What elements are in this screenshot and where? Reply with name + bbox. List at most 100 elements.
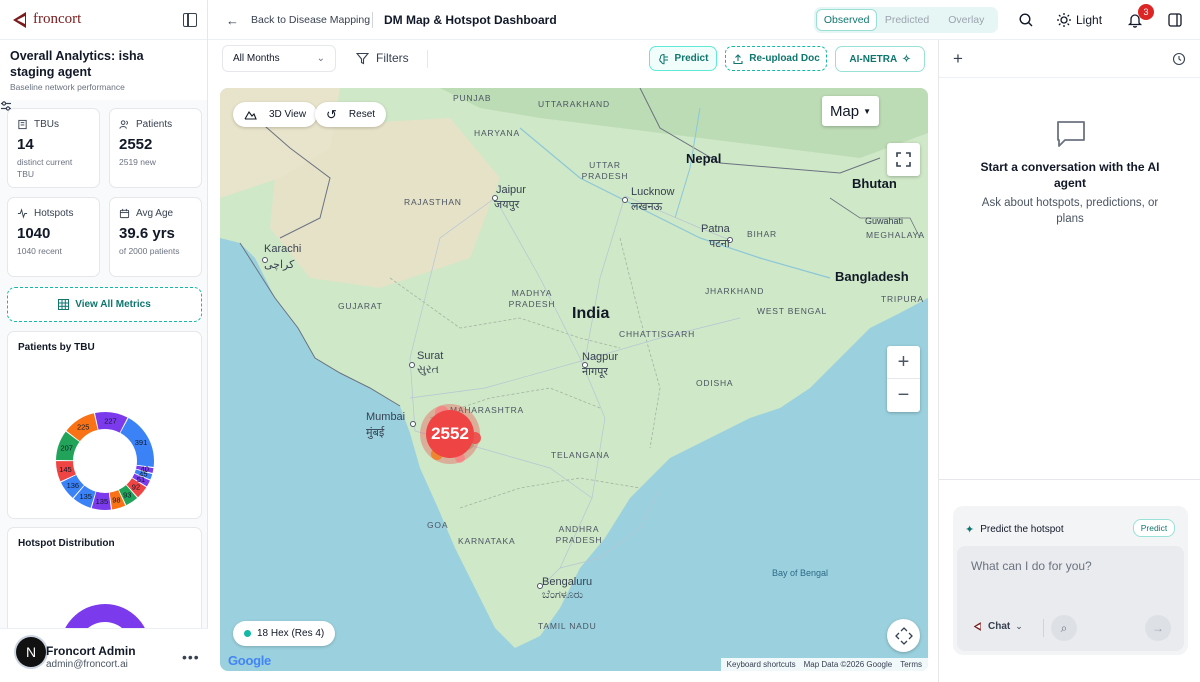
view-mode-overlay[interactable]: Overlay: [937, 9, 996, 31]
view-mode-predicted[interactable]: Predicted: [877, 9, 936, 31]
chat-mode-select[interactable]: Chat ⌄: [972, 621, 1023, 632]
panel-toggle-icon[interactable]: [1167, 12, 1183, 28]
patients-by-tbu-data-label: 98: [112, 495, 120, 504]
fullscreen-button[interactable]: [887, 143, 920, 176]
reset-label: Reset: [348, 109, 376, 120]
metric-value: 39.6 yrs: [119, 225, 175, 242]
camera-control-button[interactable]: [887, 619, 920, 652]
metric-grid: TBUs 14 distinct current TBU Patients 25…: [7, 108, 202, 277]
patients-by-tbu-card: Patients by TBU 391 40 45 51 92 93 98 135 135 136…: [7, 331, 202, 519]
patients-by-tbu-data-label: 225: [77, 422, 90, 431]
hex-status-dot-icon: [244, 630, 251, 637]
metric-value: 14: [17, 136, 34, 153]
pan-arrows-icon: [894, 626, 913, 645]
chat-input-placeholder: What can I do for you?: [971, 559, 1092, 573]
activity-icon: [17, 208, 28, 219]
map-type-label: Map: [829, 102, 860, 120]
patients-by-tbu-chart: 391404551929398135135136145207225227: [56, 412, 155, 510]
hotspot-distribution-chart: 208: [61, 604, 149, 636]
calendar-icon: [119, 208, 130, 219]
metric-card-hotspots[interactable]: Hotspots 1040 1040 recent: [7, 197, 100, 277]
predict-button[interactable]: Predict: [649, 46, 717, 71]
users-icon: [119, 120, 128, 129]
map-canvas[interactable]: PUNJAB UTTARAKHAND HARYANA UTTAR PRADESH…: [220, 88, 928, 671]
map-toolbar: All Months ⌄ Filters Predict Re-upload D…: [208, 40, 938, 77]
header-divider: [372, 12, 373, 28]
map-data-label: Map Data ©2026 Google: [803, 660, 893, 669]
metric-note: of 2000 patients: [119, 246, 180, 256]
3d-view-button[interactable]: 3D View: [233, 102, 318, 127]
rotate-ccw-icon: ↺: [326, 106, 337, 122]
composer-predict-button[interactable]: Predict: [1133, 519, 1175, 537]
google-logo: Google: [228, 653, 271, 668]
chat-mode-label: Chat: [988, 621, 1011, 632]
send-button[interactable]: →: [1145, 615, 1171, 641]
hotspot-cluster-marker[interactable]: 2552: [426, 410, 474, 458]
user-profile[interactable]: N Froncort Admin admin@froncort.ai •••: [0, 628, 208, 682]
predict-hotspot-heading: ✦ Predict the hotspot: [965, 523, 1064, 536]
3d-view-label: 3D View: [269, 109, 307, 120]
theme-toggle-label[interactable]: Light: [1076, 13, 1102, 27]
patients-by-tbu-data-label: 207: [60, 443, 73, 452]
top-bar: ← Back to Disease Mapping DM Map & Hotsp…: [208, 0, 1200, 40]
grid-icon: [58, 299, 70, 310]
view-all-metrics-button[interactable]: View All Metrics: [7, 287, 202, 322]
map-attribution: Keyboard shortcuts Map Data ©2026 Google…: [720, 658, 928, 671]
patients-by-tbu-data-label: 145: [59, 465, 72, 474]
reupload-doc-label: Re-upload Doc: [749, 53, 820, 64]
reupload-doc-button[interactable]: Re-upload Doc: [725, 46, 827, 71]
building-icon: [18, 119, 27, 130]
hotspot-distribution-card: Hotspot Distribution 208: [7, 527, 202, 637]
zoom-in-button[interactable]: +: [887, 346, 920, 379]
avatar[interactable]: N: [16, 637, 46, 667]
google-logo-text: Google: [228, 653, 271, 668]
patients-by-tbu-data-label: 92: [132, 483, 140, 492]
hotspot-distribution-title: Hotspot Distribution: [18, 538, 115, 549]
view-mode-observed[interactable]: Observed: [816, 9, 878, 31]
hex-hotspot-layer: [431, 406, 481, 463]
patients-by-tbu-title: Patients by TBU: [18, 342, 95, 353]
attach-button[interactable]: ⌕: [1051, 615, 1077, 641]
chevron-down-icon: ⌄: [1015, 621, 1023, 631]
keyboard-shortcuts-link[interactable]: Keyboard shortcuts: [727, 660, 796, 669]
sidebar: froncort Overall Analytics: isha staging…: [0, 0, 208, 682]
paperclip-icon: ⌕: [1060, 620, 1068, 635]
metric-note: 1040 recent: [17, 246, 62, 256]
metric-label: Avg Age: [136, 208, 174, 219]
predict-label: Predict: [674, 53, 709, 64]
filter-icon: [356, 52, 369, 64]
history-icon[interactable]: [1172, 52, 1186, 66]
brand-name: froncort: [33, 11, 82, 27]
terms-link[interactable]: Terms: [900, 660, 922, 669]
ai-netra-button[interactable]: AI-NETRA ✧: [835, 46, 925, 72]
map-type-select[interactable]: Map ▼: [822, 96, 879, 126]
metric-card-patients[interactable]: Patients 2552 2519 new: [109, 108, 202, 188]
patients-by-tbu-data-label: 135: [79, 492, 92, 501]
upload-icon: [733, 53, 743, 64]
message-square-icon: [1057, 121, 1085, 147]
metric-card-avg-age[interactable]: Avg Age 39.6 yrs of 2000 patients: [109, 197, 202, 277]
zoom-out-button[interactable]: −: [887, 379, 920, 412]
sidebar-toggle-icon[interactable]: [183, 12, 197, 27]
sun-icon[interactable]: [1056, 12, 1072, 28]
month-select-value: All Months: [233, 53, 280, 64]
brain-icon: [658, 53, 668, 64]
back-to-disease-mapping-link[interactable]: Back to Disease Mapping: [251, 14, 370, 26]
filters-label: Filters: [376, 51, 409, 65]
metric-note: distinct current TBU: [17, 157, 73, 179]
back-arrow-icon[interactable]: ←: [226, 13, 239, 28]
chat-input[interactable]: What can I do for you? Chat ⌄ ⌕ →: [957, 546, 1184, 651]
brand-bar: froncort: [0, 0, 207, 40]
metric-label: TBUs: [34, 119, 59, 130]
chat-header: +: [939, 40, 1200, 78]
new-chat-icon[interactable]: +: [953, 49, 963, 69]
more-menu-icon[interactable]: •••: [182, 649, 200, 665]
filters-button[interactable]: Filters: [356, 51, 409, 65]
search-icon[interactable]: [1018, 12, 1034, 28]
froncort-mini-logo-icon: [973, 622, 981, 631]
metric-card-tbus[interactable]: TBUs 14 distinct current TBU: [7, 108, 100, 188]
month-select[interactable]: All Months ⌄: [222, 45, 336, 72]
patients-by-tbu-data-label: 136: [67, 481, 80, 490]
view-all-metrics-label: View All Metrics: [75, 299, 151, 310]
reset-button[interactable]: ↺ Reset: [315, 102, 387, 127]
